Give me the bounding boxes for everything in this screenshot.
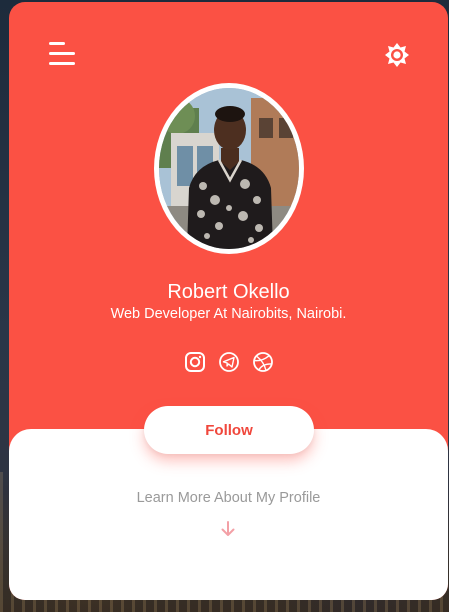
profile-name: Robert Okello xyxy=(167,281,290,303)
profile-role: Web Developer At Nairobits, Nairobi. xyxy=(110,306,347,322)
brightness-icon[interactable] xyxy=(384,42,410,68)
social-links xyxy=(9,351,448,375)
avatar xyxy=(159,88,299,249)
learn-more-link[interactable]: Learn More About My Profile xyxy=(9,489,448,507)
profile-panel xyxy=(9,429,448,600)
arrow-down-icon[interactable] xyxy=(220,520,236,538)
dribbble-icon[interactable] xyxy=(252,351,274,373)
follow-button[interactable]: Follow xyxy=(144,406,314,454)
avatar-frame xyxy=(154,83,304,254)
menu-icon[interactable] xyxy=(49,42,75,66)
instagram-icon[interactable] xyxy=(184,351,206,373)
telegram-icon[interactable] xyxy=(218,351,240,373)
profile-card: Robert Okello Web Developer At Nairobits… xyxy=(9,2,448,600)
